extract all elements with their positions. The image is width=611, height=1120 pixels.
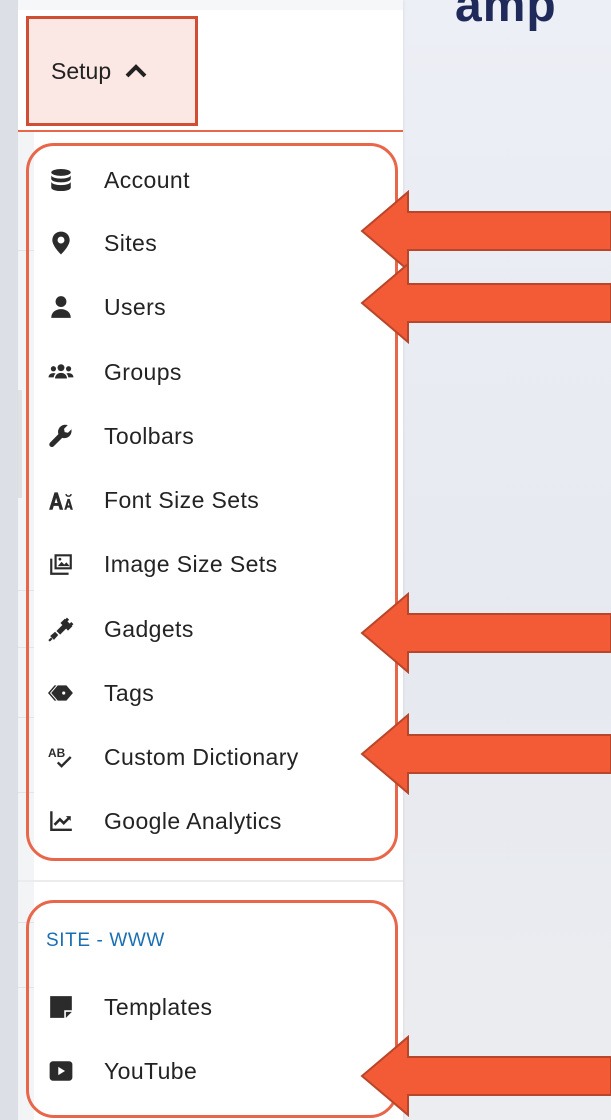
menu-item-font-size-sets[interactable]: Font Size Sets — [46, 472, 386, 528]
setup-menu-header: Setup — [18, 10, 403, 132]
youtube-icon — [46, 1056, 76, 1086]
tags-icon — [46, 678, 76, 708]
callout-arrow-gadgets — [360, 592, 611, 674]
page-background-left — [0, 0, 18, 1120]
menu-item-image-size-sets[interactable]: Image Size Sets — [46, 536, 386, 592]
plug-icon — [46, 614, 76, 644]
image-icon — [46, 549, 76, 579]
user-icon — [46, 292, 76, 322]
setup-button[interactable]: Setup — [26, 16, 198, 126]
menu-item-label: Image Size Sets — [104, 550, 278, 577]
font-size-icon — [46, 485, 76, 515]
menu-item-sites[interactable]: Sites — [46, 215, 386, 271]
users-group-icon — [46, 357, 76, 387]
menu-item-groups[interactable]: Groups — [46, 344, 386, 400]
menu-item-toolbars[interactable]: Toolbars — [46, 408, 386, 464]
menu-item-label: Toolbars — [104, 422, 195, 449]
menu-item-tags[interactable]: Tags — [46, 665, 386, 721]
map-pin-icon — [46, 228, 76, 258]
menu-item-label: YouTube — [104, 1057, 198, 1084]
chevron-up-icon — [125, 63, 147, 79]
panel-top-strip — [18, 0, 403, 10]
menu-item-account[interactable]: Account — [46, 152, 386, 208]
menu-item-label: Account — [104, 166, 190, 193]
menu-item-custom-dictionary[interactable]: AB Custom Dictionary — [46, 729, 386, 785]
menu-item-youtube[interactable]: YouTube — [46, 1043, 386, 1099]
menu-item-gadgets[interactable]: Gadgets — [46, 601, 386, 657]
menu-item-label: Google Analytics — [104, 807, 282, 834]
wrench-icon — [46, 421, 76, 451]
menu-item-label: Groups — [104, 358, 182, 385]
database-icon — [46, 165, 76, 195]
menu-item-label: Users — [104, 293, 167, 320]
svg-text:AB: AB — [48, 746, 66, 760]
site-section-heading: SITE - WWW — [46, 930, 165, 951]
menu-item-templates[interactable]: Templates — [46, 979, 386, 1035]
callout-arrow-templates — [360, 713, 611, 795]
setup-button-label: Setup — [51, 57, 112, 84]
callout-arrow-account — [360, 190, 611, 272]
menu-item-label: Tags — [104, 679, 155, 706]
menu-item-label: Custom Dictionary — [104, 743, 299, 770]
menu-item-label: Sites — [104, 229, 158, 256]
spellcheck-icon: AB — [46, 742, 76, 772]
setup-dropdown-panel: Setup Account Sites Users Groups Toolbar… — [18, 0, 403, 1120]
menu-item-users[interactable]: Users — [46, 279, 386, 335]
section-divider — [18, 880, 403, 882]
page-heading: amp — [455, 0, 557, 32]
menu-item-label: Templates — [104, 993, 213, 1020]
menu-item-label: Font Size Sets — [104, 486, 260, 513]
menu-item-label: Gadgets — [104, 615, 194, 642]
callout-arrow-youtube — [360, 1035, 611, 1117]
sticky-note-icon — [46, 992, 76, 1022]
analytics-chart-icon — [46, 806, 76, 836]
gutter-marker — [18, 390, 22, 498]
callout-arrow-users — [360, 262, 611, 344]
menu-item-google-analytics[interactable]: Google Analytics — [46, 793, 386, 849]
